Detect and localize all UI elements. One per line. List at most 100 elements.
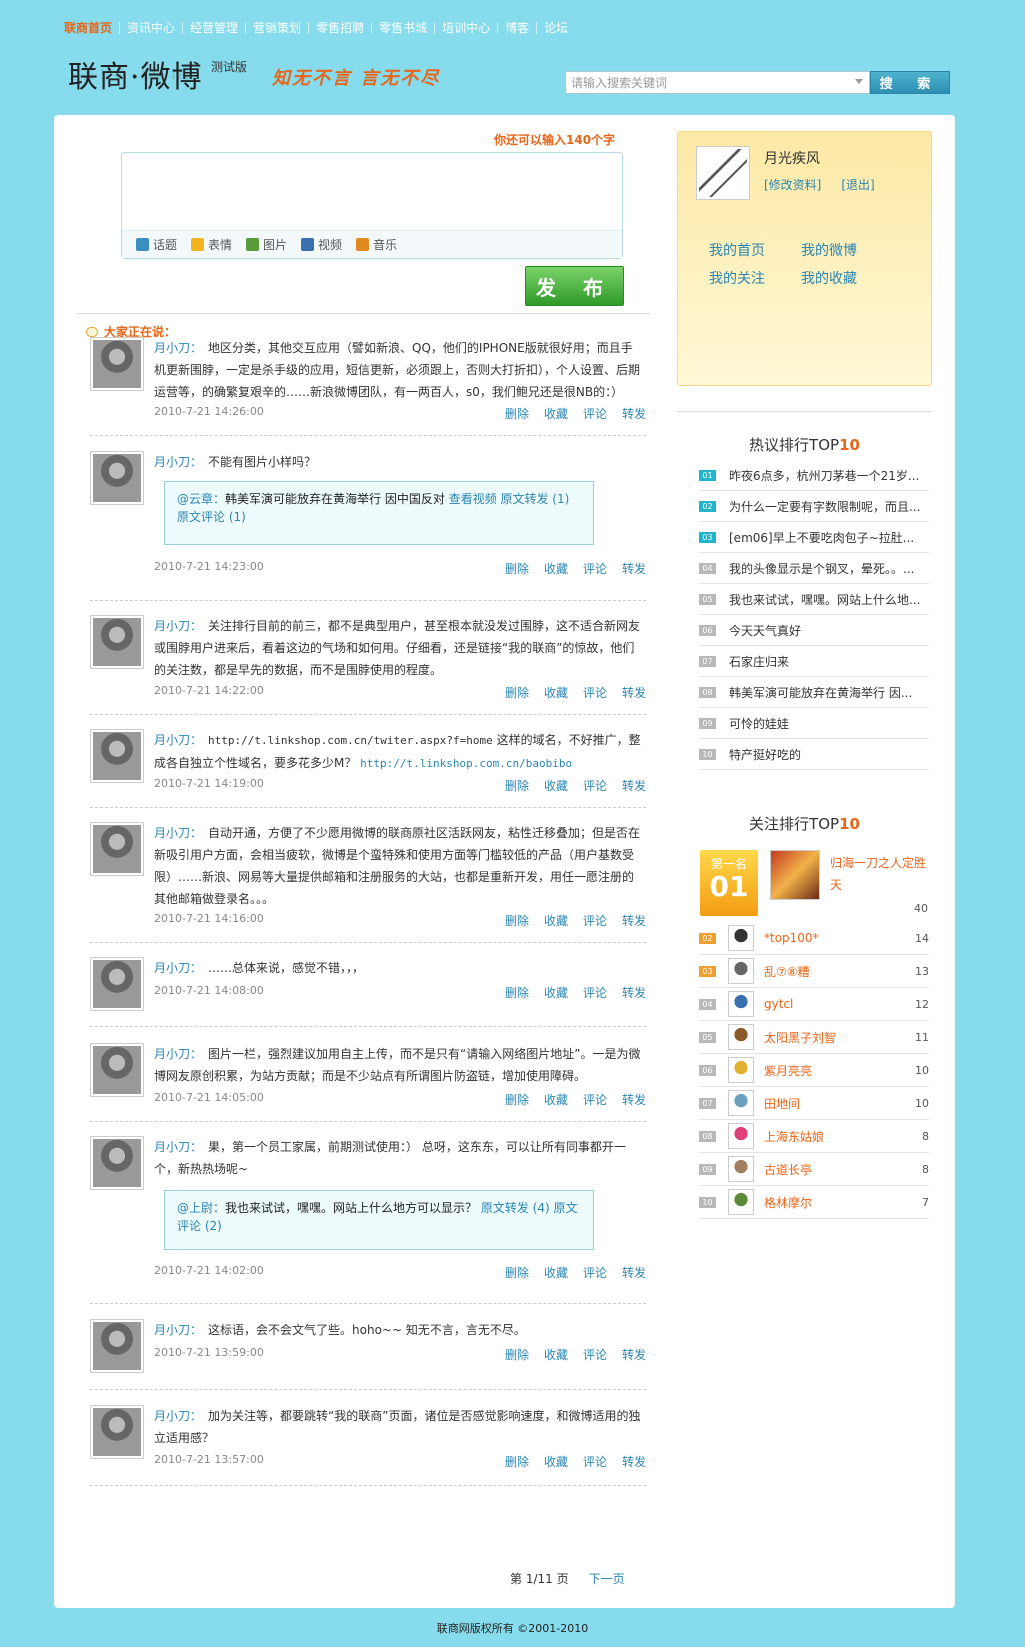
- repost-link[interactable]: 转发: [622, 1091, 646, 1108]
- avatar[interactable]: [90, 822, 144, 876]
- post-author[interactable]: 月小刀：: [154, 455, 202, 469]
- topnav-link-0[interactable]: 联商首页: [62, 22, 119, 34]
- avatar[interactable]: [728, 1156, 754, 1182]
- hot-rank-item[interactable]: 03 [em06]早上不要吃肉包子~拉肚...: [699, 522, 929, 553]
- search-button[interactable]: 搜 索: [870, 71, 950, 94]
- repost-link[interactable]: 转发: [622, 405, 646, 422]
- avatar[interactable]: [728, 991, 754, 1017]
- favorite-link[interactable]: 收藏: [544, 777, 568, 794]
- hot-rank-item[interactable]: 10 特产挺好吃的: [699, 739, 929, 770]
- follow-rank-item[interactable]: 02 *top100* 14: [699, 922, 929, 955]
- avatar[interactable]: [728, 1189, 754, 1215]
- delete-link[interactable]: 删除: [505, 1264, 529, 1281]
- favorite-link[interactable]: 收藏: [544, 1346, 568, 1363]
- repost-link[interactable]: 转发: [622, 1453, 646, 1470]
- favorite-link[interactable]: 收藏: [544, 405, 568, 422]
- follow-rank-item[interactable]: 08 上海东姑娘 8: [699, 1120, 929, 1153]
- repost-link[interactable]: 转发: [622, 1346, 646, 1363]
- comment-link[interactable]: 评论: [583, 684, 607, 701]
- delete-link[interactable]: 删除: [505, 405, 529, 422]
- repost-link[interactable]: 转发: [622, 560, 646, 577]
- original-comment-link[interactable]: 原文评论 (1): [177, 510, 246, 524]
- hot-rank-item[interactable]: 05 我也来试试，嘿嘿。网站上什么地...: [699, 584, 929, 615]
- repost-link[interactable]: 转发: [622, 777, 646, 794]
- avatar[interactable]: [90, 729, 144, 783]
- hot-rank-item[interactable]: 08 韩美军演可能放弃在黄海举行 因...: [699, 677, 929, 708]
- edit-profile-link[interactable]: [修改资料]: [764, 176, 821, 193]
- delete-link[interactable]: 删除: [505, 560, 529, 577]
- favorite-link[interactable]: 收藏: [544, 912, 568, 929]
- quoted-author[interactable]: @上尉：: [177, 1201, 225, 1215]
- avatar[interactable]: [728, 958, 754, 984]
- favorite-link[interactable]: 收藏: [544, 560, 568, 577]
- avatar[interactable]: [90, 1405, 144, 1459]
- favorite-link[interactable]: 收藏: [544, 684, 568, 701]
- post-textarea[interactable]: [128, 157, 616, 227]
- comment-link[interactable]: 评论: [583, 984, 607, 1001]
- comment-link[interactable]: 评论: [583, 1346, 607, 1363]
- comment-link[interactable]: 评论: [583, 405, 607, 422]
- emoji-tool-button[interactable]: 表情: [191, 236, 232, 253]
- repost-link[interactable]: 转发: [622, 912, 646, 929]
- user-name[interactable]: 月光疾风: [764, 148, 820, 168]
- delete-link[interactable]: 删除: [505, 1453, 529, 1470]
- video-tool-button[interactable]: 视频: [301, 236, 342, 253]
- avatar[interactable]: [728, 1024, 754, 1050]
- avatar[interactable]: [728, 925, 754, 951]
- hot-rank-item[interactable]: 04 我的头像显示是个钢叉，晕死。。...: [699, 553, 929, 584]
- rank-first-name[interactable]: 归海一刀之人定胜天: [830, 852, 930, 896]
- avatar[interactable]: [696, 146, 750, 200]
- post-author[interactable]: 月小刀：: [154, 1047, 202, 1061]
- favorite-link[interactable]: 收藏: [544, 1264, 568, 1281]
- follow-rank-item[interactable]: 06 紫月亮亮 10: [699, 1054, 929, 1087]
- follow-rank-item[interactable]: 04 gytcl 12: [699, 988, 929, 1021]
- post-author[interactable]: 月小刀：: [154, 341, 202, 355]
- avatar[interactable]: [728, 1123, 754, 1149]
- post-author[interactable]: 月小刀：: [154, 961, 202, 975]
- avatar[interactable]: [90, 1319, 144, 1373]
- avatar[interactable]: [90, 337, 144, 391]
- publish-button[interactable]: 发 布: [525, 266, 624, 306]
- search-input[interactable]: 请输入搜索关键词: [565, 71, 870, 94]
- post-author[interactable]: 月小刀：: [154, 1323, 202, 1337]
- my-home-link[interactable]: 我的首页: [709, 240, 801, 260]
- topnav-link-5[interactable]: 零售书城: [371, 22, 434, 34]
- avatar[interactable]: [90, 957, 144, 1011]
- post-author[interactable]: 月小刀：: [154, 619, 202, 633]
- repost-link[interactable]: 转发: [622, 984, 646, 1001]
- rank-first-avatar[interactable]: [770, 850, 820, 900]
- topnav-link-1[interactable]: 资讯中心: [119, 22, 182, 34]
- repost-link[interactable]: 转发: [622, 684, 646, 701]
- post-author[interactable]: 月小刀：: [154, 1140, 202, 1154]
- follow-rank-item[interactable]: 10 格林摩尔 7: [699, 1186, 929, 1219]
- delete-link[interactable]: 删除: [505, 777, 529, 794]
- avatar[interactable]: [90, 1136, 144, 1190]
- avatar[interactable]: [90, 451, 144, 505]
- quoted-author[interactable]: @云章：: [177, 492, 225, 506]
- topnav-link-8[interactable]: 论坛: [536, 22, 575, 34]
- post-author[interactable]: 月小刀：: [154, 733, 202, 747]
- original-repost-link[interactable]: 原文转发 (4): [481, 1201, 554, 1215]
- topnav-link-6[interactable]: 培训中心: [434, 22, 497, 34]
- follow-rank-item[interactable]: 05 太阳黑子刘智 11: [699, 1021, 929, 1054]
- follow-rank-item[interactable]: 09 古道长亭 8: [699, 1153, 929, 1186]
- hot-rank-item[interactable]: 06 今天天气真好: [699, 615, 929, 646]
- comment-link[interactable]: 评论: [583, 1453, 607, 1470]
- topnav-link-3[interactable]: 营销策划: [245, 22, 308, 34]
- comment-link[interactable]: 评论: [583, 1264, 607, 1281]
- topnav-link-7[interactable]: 博客: [497, 22, 536, 34]
- hot-rank-item[interactable]: 02 为什么一定要有字数限制呢，而且...: [699, 491, 929, 522]
- follow-rank-item[interactable]: 07 田地间 10: [699, 1087, 929, 1120]
- hot-rank-item[interactable]: 09 可怜的娃娃: [699, 708, 929, 739]
- avatar[interactable]: [728, 1090, 754, 1116]
- comment-link[interactable]: 评论: [583, 777, 607, 794]
- delete-link[interactable]: 删除: [505, 912, 529, 929]
- post-author[interactable]: 月小刀：: [154, 1409, 202, 1423]
- original-repost-link[interactable]: 原文转发 (1): [500, 492, 569, 506]
- repost-link[interactable]: 转发: [622, 1264, 646, 1281]
- my-weibo-link[interactable]: 我的微博: [801, 240, 893, 260]
- delete-link[interactable]: 删除: [505, 684, 529, 701]
- my-follows-link[interactable]: 我的关注: [709, 268, 801, 288]
- logout-link[interactable]: [退出]: [841, 176, 874, 193]
- my-favorites-link[interactable]: 我的收藏: [801, 268, 893, 288]
